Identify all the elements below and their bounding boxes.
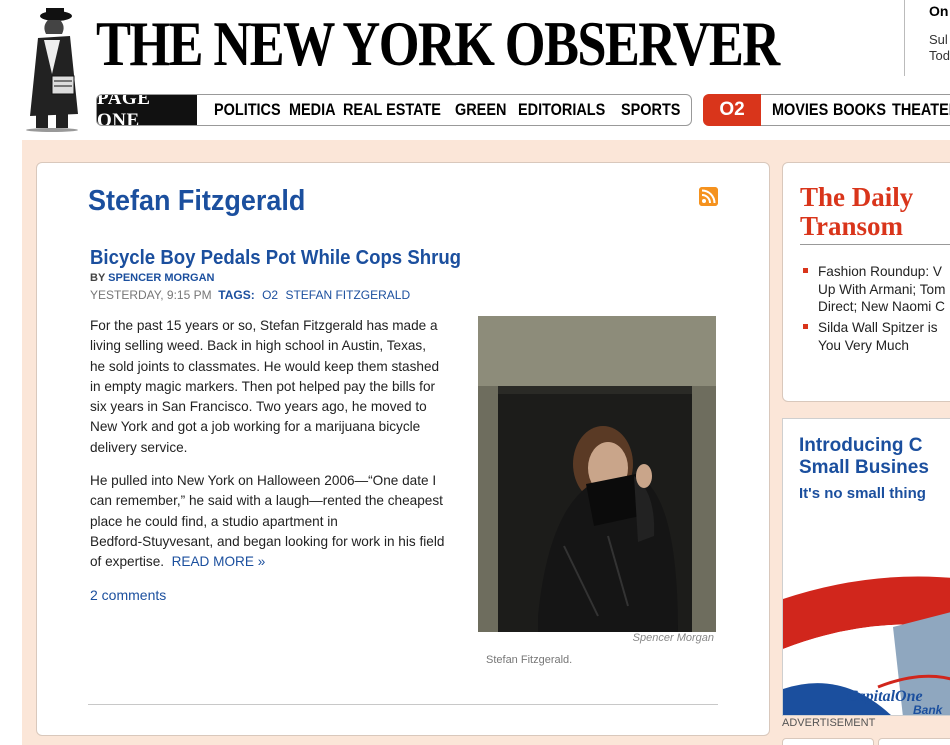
article-title-link[interactable]: Bicycle Boy Pedals Pot While Cops Shrug (90, 247, 461, 270)
secondary-navigation: MOVIES BOOKS THEATER (761, 94, 950, 126)
transom-item-link[interactable]: Silda Wall Spitzer is You Very Much (818, 319, 938, 354)
rss-feed-icon[interactable] (699, 187, 718, 206)
ad-tagline: It's no small thing (799, 485, 926, 502)
top-right-link[interactable]: Sul (929, 32, 948, 47)
tags-label: TAGS: (218, 288, 255, 302)
header-divider (904, 0, 905, 76)
tag-link-stefan-fitzgerald[interactable]: STEFAN FITZGERALD (285, 288, 410, 302)
sidebar-tab[interactable] (782, 738, 874, 745)
nav-editorials[interactable]: EDITORIALS (518, 100, 605, 120)
main-navigation: PAGE ONE POLITICS MEDIA REAL ESTATE GREE… (96, 94, 692, 126)
photo-credit: Spencer Morgan (632, 632, 714, 644)
bullet-icon (803, 324, 808, 329)
bullet-icon (803, 268, 808, 273)
paragraph-line: New York and got a job working for a mar… (90, 419, 421, 435)
article-paragraph-1: For the past 15 years or so, Stefan Fitz… (90, 316, 472, 458)
transom-item-line: Direct; New Naomi C (818, 299, 945, 314)
article-timestamp: YESTERDAY, 9:15 PM (90, 288, 212, 302)
transom-item-line: Fashion Roundup: V (818, 264, 942, 279)
read-more-link[interactable]: READ MORE » (172, 554, 266, 569)
transom-item-link[interactable]: Fashion Roundup: V Up With Armani; Tom D… (818, 263, 945, 316)
ad-brand: CapitalOne (847, 688, 923, 705)
nav-movies[interactable]: MOVIES (772, 100, 828, 120)
transom-item-line: You Very Much (818, 337, 909, 353)
article-byline: BY SPENCER MORGAN (90, 272, 214, 284)
observer-logo-figure[interactable] (22, 4, 86, 132)
ad-headline: Introducing C (799, 435, 923, 456)
article-meta: YESTERDAY, 9:15 PM TAGS: O2 STEFAN FITZG… (90, 288, 410, 302)
advertisement-label: ADVERTISEMENT (782, 717, 876, 729)
paragraph-line: For the past 15 years or so, Stefan Fitz… (90, 318, 438, 333)
paragraph-line: delivery service. (90, 439, 188, 455)
transom-item-line: Silda Wall Spitzer is (818, 320, 938, 335)
top-right-heading[interactable]: On (929, 3, 948, 19)
paragraph-line: He pulled into New York on Halloween 200… (90, 473, 437, 488)
nav-green[interactable]: GREEN (455, 100, 506, 120)
comments-link[interactable]: 2 comments (90, 587, 166, 603)
byline-prefix: BY (90, 272, 109, 284)
tag-link-o2[interactable]: O2 (262, 288, 278, 302)
ad-graphic: CapitalOne Bank (783, 576, 950, 716)
paragraph-line: living selling weed. Back in high school… (90, 338, 427, 354)
article-photo[interactable] (478, 316, 716, 632)
paragraph-line: he sold joints to classmates. He would k… (90, 358, 440, 374)
daily-transom-title[interactable]: The Daily Transom (800, 183, 913, 241)
advertisement-banner[interactable]: Introducing C Small Busines It's no smal… (782, 418, 950, 716)
paragraph-line: Bedford-Stuyvesant, and began looking fo… (90, 533, 445, 549)
top-right-link[interactable]: Tod (929, 48, 950, 63)
paragraph-line: can remember,” he said with a laugh—rent… (90, 493, 443, 509)
masthead-title[interactable]: THE NEW YORK OBSERVER (96, 4, 780, 84)
nav-books[interactable]: BOOKS (833, 100, 886, 120)
transom-divider (800, 244, 950, 245)
article-divider (88, 704, 718, 705)
paragraph-line: of expertise. READ MORE » (90, 552, 472, 572)
photo-caption: Stefan Fitzgerald. (486, 654, 573, 666)
page-title: Stefan Fitzgerald (88, 185, 306, 217)
nav-sports[interactable]: SPORTS (621, 100, 680, 120)
paragraph-tail: of expertise. (90, 554, 172, 570)
nav-media[interactable]: MEDIA (289, 100, 336, 120)
transom-item-line: Up With Armani; Tom (818, 281, 946, 297)
nav-real-estate[interactable]: REAL ESTATE (343, 100, 441, 120)
paragraph-line: in empty magic markers. Then pot helped … (90, 378, 436, 394)
nav-theater[interactable]: THEATER (892, 100, 950, 120)
article-paragraph-2: He pulled into New York on Halloween 200… (90, 471, 472, 572)
paragraph-line: place he could find, a studio apartment … (90, 513, 338, 529)
nav-page-one[interactable]: PAGE ONE (97, 95, 197, 125)
ad-brand-sub: Bank (913, 703, 944, 716)
transom-title-line: Transom (800, 211, 904, 241)
nav-o2[interactable]: O2 (703, 94, 761, 126)
transom-title-line: The Daily (800, 182, 914, 212)
paragraph-line: six years in San Francisco. Two years ag… (90, 399, 427, 415)
nav-politics[interactable]: POLITICS (214, 100, 281, 120)
author-link[interactable]: SPENCER MORGAN (108, 272, 214, 284)
sidebar-tab[interactable] (878, 738, 950, 745)
ad-headline: Small Busines (799, 457, 929, 478)
